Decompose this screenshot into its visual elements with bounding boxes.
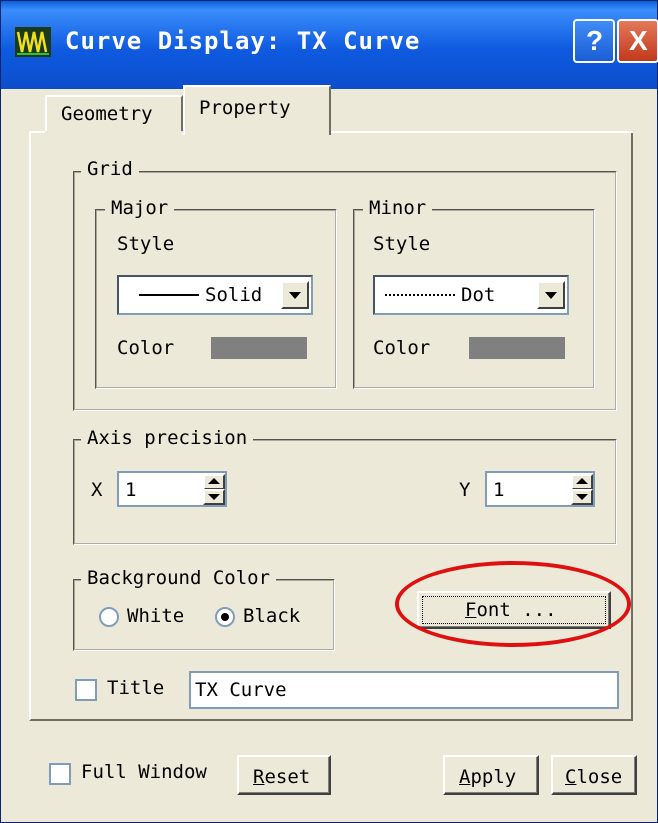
tab-geometry[interactable]: Geometry <box>45 95 183 131</box>
y-precision-label: Y <box>459 479 471 501</box>
dot-line-preview <box>385 294 455 296</box>
solid-line-preview <box>139 294 199 296</box>
close-icon: X <box>629 25 648 56</box>
major-style-value: Solid <box>205 284 263 306</box>
background-color-title: Background Color <box>81 567 277 589</box>
full-window-checkbox[interactable] <box>49 763 71 785</box>
tab-line-right <box>331 131 633 133</box>
tab-line-left <box>29 131 45 133</box>
tab-property-label: Property <box>199 97 291 119</box>
minor-group-title: Minor <box>363 197 433 219</box>
title-input-value[interactable]: TX Curve <box>195 679 287 701</box>
chevron-down-icon[interactable] <box>281 281 309 309</box>
minor-style-select[interactable]: Dot <box>373 275 569 315</box>
reset-button[interactable]: Reset <box>237 755 331 795</box>
minor-style-value: Dot <box>461 284 496 306</box>
title-bar[interactable]: Curve Display: TX Curve ? X <box>1 1 658 89</box>
spin-up-icon[interactable] <box>571 474 593 490</box>
apply-button[interactable]: Apply <box>443 755 539 795</box>
title-input[interactable]: TX Curve <box>189 671 619 709</box>
minor-color-label: Color <box>373 337 431 359</box>
title-checkbox[interactable] <box>75 679 97 701</box>
spin-up-icon[interactable] <box>203 474 225 490</box>
apply-button-label: Apply <box>459 766 517 788</box>
y-precision-value[interactable]: 1 <box>493 479 504 501</box>
axis-precision-title: Axis precision <box>81 427 254 449</box>
radio-white-label[interactable]: White <box>127 605 184 627</box>
title-checkbox-label[interactable]: Title <box>107 677 164 699</box>
radio-selected-dot <box>221 613 229 621</box>
spin-down-icon[interactable] <box>203 489 225 505</box>
help-icon: ? <box>586 25 604 56</box>
radio-black[interactable] <box>215 607 235 627</box>
app-icon <box>15 27 51 57</box>
major-color-label: Color <box>117 337 175 359</box>
grid-group-title: Grid <box>81 158 139 180</box>
radio-white[interactable] <box>99 607 119 627</box>
highlight-ellipse <box>395 561 631 647</box>
help-button[interactable]: ? <box>573 19 615 63</box>
minor-style-label: Style <box>373 233 431 255</box>
reset-button-label: Reset <box>253 766 311 788</box>
x-precision-label: X <box>91 479 103 501</box>
major-style-label: Style <box>117 233 175 255</box>
close-button[interactable]: Close <box>551 755 637 795</box>
radio-black-label[interactable]: Black <box>243 605 300 627</box>
tab-property[interactable]: Property <box>183 85 331 135</box>
dialog-window: Curve Display: TX Curve ? X Geometry Pro… <box>0 0 658 823</box>
full-window-label[interactable]: Full Window <box>81 761 207 783</box>
major-color-swatch[interactable] <box>211 337 307 359</box>
major-group-title: Major <box>105 197 175 219</box>
close-button-label: Close <box>565 766 623 788</box>
chevron-down-icon[interactable] <box>537 281 565 309</box>
x-precision-spinner[interactable]: 1 <box>117 471 227 507</box>
y-precision-spinner[interactable]: 1 <box>485 471 595 507</box>
close-window-button[interactable]: X <box>617 19 658 63</box>
tab-geometry-label: Geometry <box>61 103 153 125</box>
major-style-select[interactable]: Solid <box>117 275 313 315</box>
x-precision-value[interactable]: 1 <box>125 479 136 501</box>
window-title: Curve Display: TX Curve <box>65 27 421 55</box>
spin-down-icon[interactable] <box>571 489 593 505</box>
minor-color-swatch[interactable] <box>469 337 565 359</box>
